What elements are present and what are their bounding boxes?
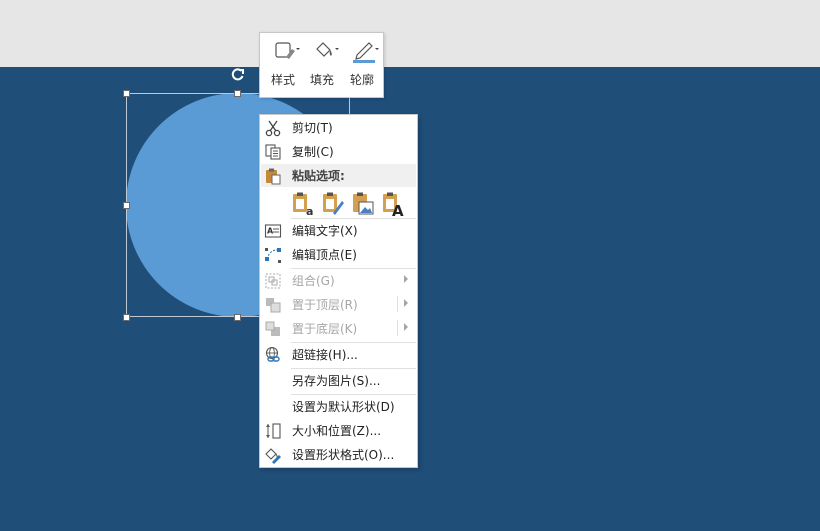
menu-item-label: 置于顶层(R) [292, 298, 358, 312]
menu-item-cut[interactable]: 剪切(T) [261, 116, 416, 139]
menu-item-send-to-back[interactable]: 置于底层(K) [261, 317, 416, 340]
menu-item-edit-text[interactable]: A 编辑文字(X) [261, 219, 416, 242]
menu-item-set-default-shape[interactable]: 设置为默认形状(D) [261, 395, 416, 418]
outline-button[interactable]: 轮廓 [343, 33, 381, 97]
size-position-icon [266, 423, 281, 439]
format-shape-icon [265, 448, 281, 464]
menu-item-label: 大小和位置(Z)... [292, 424, 382, 438]
resize-handle-bottom-left[interactable] [123, 314, 130, 321]
send-to-back-icon [265, 321, 280, 336]
paste-options-header: 粘贴选项: [261, 164, 416, 187]
svg-text:A: A [267, 227, 274, 236]
menu-item-label: 剪切(T) [292, 121, 333, 135]
style-label: 样式 [270, 73, 295, 87]
paste-use-destination-theme-icon[interactable]: a [290, 191, 316, 217]
paste-options-label: 粘贴选项: [292, 169, 345, 183]
mini-toolbar: 样式 填充 轮廓 [259, 32, 384, 98]
fill-button[interactable]: 填充 [303, 33, 341, 97]
menu-item-label: 编辑顶点(E) [292, 248, 357, 262]
paste-keep-source-formatting-icon[interactable] [320, 191, 346, 217]
split-separator [397, 320, 398, 336]
menu-item-save-as-picture[interactable]: 另存为图片(S)... [261, 369, 416, 392]
menu-item-label: 另存为图片(S)... [292, 374, 381, 388]
style-button[interactable]: 样式 [264, 33, 302, 97]
fill-label: 填充 [309, 73, 334, 87]
shape-style-icon [275, 42, 300, 59]
paste-as-picture-icon[interactable] [350, 191, 376, 217]
menu-item-label: 超链接(H)... [292, 348, 358, 362]
menu-item-copy[interactable]: 复制(C) [261, 140, 416, 163]
submenu-arrow-icon [404, 323, 408, 331]
context-menu: 剪切(T) 复制(C) 粘贴选项: a A A 编辑文字(X) 编辑顶点(E) … [259, 114, 418, 468]
edit-points-icon [265, 248, 281, 263]
menu-item-hyperlink[interactable]: 超链接(H)... [261, 343, 416, 366]
resize-handle-bottom[interactable] [234, 314, 241, 321]
resize-handle-top-left[interactable] [123, 90, 130, 97]
clipboard-icon [266, 168, 281, 185]
resize-handle-left[interactable] [123, 202, 130, 209]
pen-outline-icon [353, 42, 379, 63]
menu-item-edit-points[interactable]: 编辑顶点(E) [261, 243, 416, 266]
group-icon [265, 273, 281, 289]
outline-label: 轮廓 [349, 73, 374, 87]
menu-item-label: 设置为默认形状(D) [292, 400, 395, 414]
menu-item-group[interactable]: 组合(G) [261, 269, 416, 292]
menu-item-size-and-position[interactable]: 大小和位置(Z)... [261, 419, 416, 442]
text-box-icon: A [264, 224, 282, 238]
menu-item-label: 置于底层(K) [292, 322, 358, 336]
menu-item-label: 编辑文字(X) [292, 224, 358, 238]
menu-item-label: 组合(G) [292, 274, 335, 288]
copy-icon [265, 144, 281, 160]
submenu-arrow-icon [404, 299, 408, 307]
menu-item-bring-to-front[interactable]: 置于顶层(R) [261, 293, 416, 316]
ribbon-background [0, 0, 820, 67]
resize-handle-top[interactable] [234, 90, 241, 97]
menu-item-label: 设置形状格式(O)... [292, 448, 395, 462]
menu-item-label: 复制(C) [292, 145, 334, 159]
svg-text:a: a [306, 205, 313, 217]
scissors-icon [265, 120, 281, 137]
paste-keep-text-only-icon[interactable]: A [380, 191, 406, 217]
bring-to-front-icon [266, 298, 281, 313]
submenu-arrow-icon [404, 275, 408, 283]
paint-bucket-icon [316, 42, 339, 57]
rotate-handle-icon[interactable] [229, 66, 246, 83]
hyperlink-globe-icon [265, 346, 280, 362]
svg-text:A: A [392, 202, 404, 217]
menu-item-format-shape[interactable]: 设置形状格式(O)... [261, 443, 416, 466]
split-separator [397, 296, 398, 312]
